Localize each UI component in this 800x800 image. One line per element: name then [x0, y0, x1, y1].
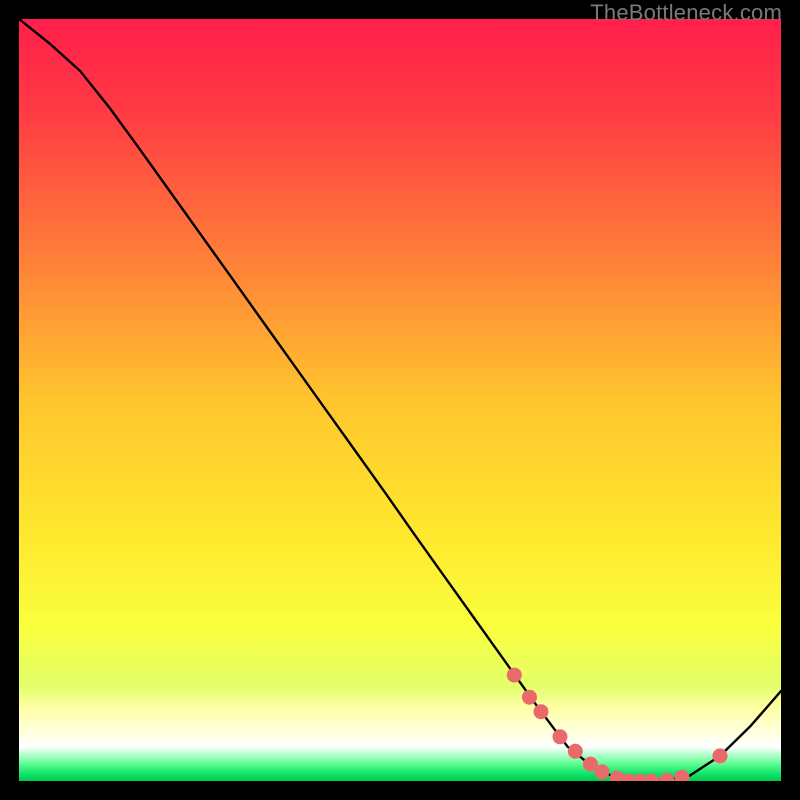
watermark-text: TheBottleneck.com [590, 0, 782, 26]
highlight-dot [568, 744, 583, 759]
highlight-dot [534, 704, 549, 719]
highlight-dot [507, 668, 522, 683]
highlight-dot [713, 748, 728, 763]
chart-stage: TheBottleneck.com [0, 0, 800, 800]
plot-area [19, 19, 781, 781]
gradient-background [19, 19, 781, 781]
highlight-dot [522, 690, 537, 705]
plot-svg [19, 19, 781, 781]
highlight-dot [594, 764, 609, 779]
highlight-dot [553, 729, 568, 744]
